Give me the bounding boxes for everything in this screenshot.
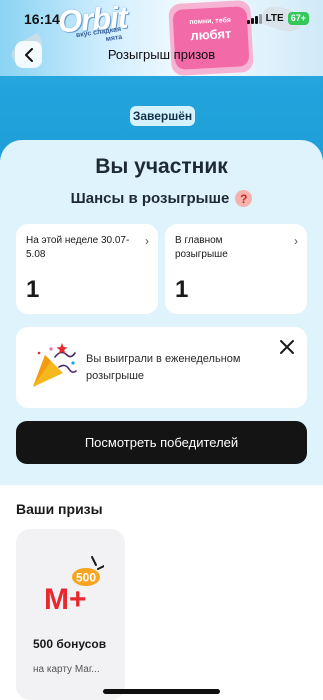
main-draw-chances-card[interactable]: В главном розыгрыше › 1	[165, 224, 307, 314]
help-icon[interactable]: ?	[235, 190, 253, 207]
chances-heading: Шансы в розыгрыше ?	[0, 190, 323, 207]
prize-description: на карту Маг...	[33, 664, 100, 675]
home-indicator	[103, 689, 220, 694]
prize-card[interactable]: 500 M+ 500 бонусов на карту Маг...	[16, 529, 125, 700]
chances-subtitle: Шансы в розыгрыше	[70, 190, 230, 207]
signal-icon	[246, 13, 262, 24]
status-time: 16:14	[24, 11, 60, 27]
network-type: LTE	[265, 13, 284, 24]
chevron-right-icon: ›	[294, 234, 298, 248]
weekly-chances-value: 1	[26, 276, 40, 303]
status-icons: LTE 67+	[246, 12, 309, 25]
participation-title: Вы участник	[95, 155, 228, 178]
chevron-right-icon: ›	[145, 234, 149, 248]
logo-main-text: M+	[44, 583, 87, 616]
close-icon[interactable]	[279, 339, 295, 355]
party-popper-icon	[33, 343, 77, 387]
win-notice-card: Вы выиграли в еженедельном розыгрыше	[16, 327, 307, 408]
main-draw-chances-label: В главном розыгрыше	[175, 235, 228, 260]
view-winners-button[interactable]: Посмотреть победителей	[16, 421, 307, 464]
battery-icon: 67+	[287, 12, 309, 25]
win-notice-text: Вы выиграли в еженедельном розыгрыше	[86, 353, 241, 382]
m-plus-bonus-logo-icon: 500 M+	[44, 556, 104, 616]
weekly-chances-label: На этой неделе 30.07-5.08	[26, 235, 130, 260]
page-title: Розыгрыш призов	[107, 47, 216, 62]
prize-name: 500 бонусов	[33, 637, 107, 651]
status-bar: 16:14 LTE 67+	[0, 0, 323, 36]
status-badge: Завершён	[130, 106, 195, 126]
prizes-section-title: Ваши призы	[16, 501, 103, 517]
weekly-chances-card[interactable]: На этой неделе 30.07-5.08 › 1	[16, 224, 158, 314]
main-draw-chances-value: 1	[175, 276, 189, 303]
